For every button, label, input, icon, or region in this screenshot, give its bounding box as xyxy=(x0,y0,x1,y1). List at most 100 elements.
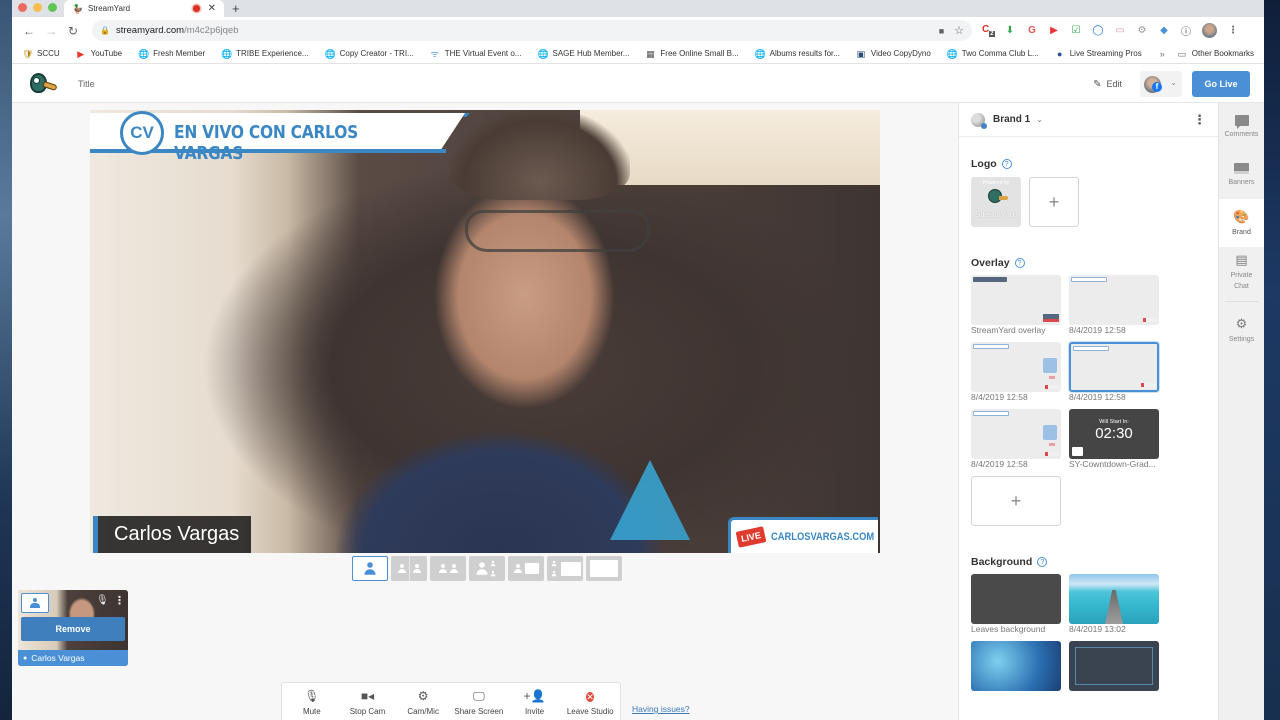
password-extension-icon[interactable]: ⓘ xyxy=(1180,23,1192,38)
background-thumbnail[interactable] xyxy=(1069,574,1159,624)
overlay-thumbnail-selected[interactable] xyxy=(1069,342,1159,392)
leave-studio-button[interactable]: ✕ Leave Studio xyxy=(562,683,618,720)
more-bookmarks-button[interactable]: » xyxy=(1160,49,1165,59)
bookmark-label: THE Virtual Event o... xyxy=(444,49,522,58)
brand-menu-icon[interactable]: ⋮ xyxy=(1193,112,1206,128)
layout-solo-button[interactable] xyxy=(352,556,388,581)
bookmark-item[interactable]: ▣ Video CopyDyno xyxy=(856,49,931,59)
bookmark-star-icon[interactable]: ☆ xyxy=(954,24,964,37)
leave-studio-label: Leave Studio xyxy=(566,707,614,716)
background-thumbnail[interactable] xyxy=(1069,641,1159,691)
profile-avatar[interactable] xyxy=(1202,23,1217,38)
bookmark-item[interactable]: 🌐 Albums results for... xyxy=(755,49,840,59)
bookmark-item[interactable]: 🌐 Fresh Member xyxy=(138,49,205,59)
video-camera-icon: ■◂ xyxy=(360,689,375,703)
streamyard-logo[interactable] xyxy=(28,71,58,97)
layout-small-screen-button[interactable] xyxy=(508,556,544,581)
layout-thin-button[interactable] xyxy=(391,556,427,581)
browser-toolbar: ← → ↻ 🔒 streamyard.com/m4c2p6jqeb ■ ☆ C2… xyxy=(12,17,1264,44)
maximize-window-button[interactable] xyxy=(48,3,57,12)
go-live-button[interactable]: Go Live xyxy=(1192,71,1250,97)
cv-logo-icon: CV xyxy=(120,111,164,155)
lsp-icon: ● xyxy=(1057,48,1063,59)
close-tab-icon[interactable]: ✕ xyxy=(208,3,216,14)
minimize-window-button[interactable] xyxy=(33,3,42,12)
add-overlay-button[interactable]: + xyxy=(971,476,1061,526)
broadcast-title[interactable]: Title xyxy=(78,79,95,89)
edit-button[interactable]: ✎ Edit xyxy=(1093,79,1122,90)
bookmark-item[interactable]: 🛡 SCCU xyxy=(22,49,60,59)
close-window-button[interactable] xyxy=(18,3,27,12)
forward-button[interactable]: → xyxy=(40,24,62,38)
participant-menu-icon[interactable]: ⋮ xyxy=(114,594,125,607)
help-icon[interactable]: ? xyxy=(1001,159,1012,169)
checkmark-extension-icon[interactable]: ☑ xyxy=(1070,25,1082,36)
recording-indicator-icon xyxy=(192,5,200,12)
grammarly-extension-icon[interactable]: G xyxy=(1026,25,1038,36)
rail-private-chat[interactable]: ▤ Private Chat xyxy=(1219,247,1264,297)
overlay-thumbnail[interactable] xyxy=(1069,275,1159,325)
bookmark-item[interactable]: 🌐 Two Comma Club L... xyxy=(947,49,1039,59)
background-thumbnail[interactable] xyxy=(971,574,1061,624)
download-extension-icon[interactable]: ⬇ xyxy=(1004,25,1016,36)
overlay-thumbnail[interactable] xyxy=(971,275,1061,325)
other-bookmarks-folder[interactable]: ▭ Other Bookmarks xyxy=(1177,49,1254,59)
overlay-item: 8/4/2019 12:58 xyxy=(1069,342,1159,405)
rail-settings[interactable]: ⚙ Settings xyxy=(1219,306,1264,354)
youtube-extension-icon[interactable]: ▶ xyxy=(1048,25,1060,36)
rail-comments[interactable]: Comments xyxy=(1219,103,1264,151)
share-screen-button[interactable]: 🖵 Share Screen xyxy=(451,683,507,720)
help-icon[interactable]: ? xyxy=(1037,557,1048,567)
new-tab-button[interactable]: + xyxy=(232,0,240,17)
mute-button[interactable]: 🎙 Mute xyxy=(284,683,340,720)
having-issues-link[interactable]: Having issues? xyxy=(632,704,690,714)
rail-brand[interactable]: 🎨 Brand xyxy=(1219,199,1264,247)
layout-leader-button[interactable] xyxy=(469,556,505,581)
brand-selector[interactable]: Brand 1 xyxy=(993,114,1030,125)
settings-extension-icon[interactable]: ⚙ xyxy=(1136,25,1148,36)
calendar-extension-icon[interactable]: ▭ xyxy=(1114,25,1126,36)
back-button[interactable]: ← xyxy=(18,24,40,38)
overlay-title: Overlay xyxy=(971,257,1010,269)
bookmark-item[interactable]: ▶ YouTube xyxy=(76,49,122,59)
bookmark-item[interactable]: ᯤ THE Virtual Event o... xyxy=(430,49,522,59)
rail-banners[interactable]: Banners xyxy=(1219,151,1264,199)
bookmark-item[interactable]: 🌐 SAGE Hub Member... xyxy=(537,49,629,59)
add-to-stage-button[interactable] xyxy=(21,593,49,613)
background-thumbnail[interactable] xyxy=(971,641,1061,691)
overlay-thumbnail[interactable] xyxy=(971,409,1061,459)
bookmark-item[interactable]: ● Live Streaming Pros xyxy=(1055,49,1142,59)
broadcast-stage[interactable]: CV EN VIVO CON CARLOS VARGAS Carlos Varg… xyxy=(90,110,880,553)
invite-button[interactable]: +👤 Invite xyxy=(507,683,563,720)
reload-button[interactable]: ↻ xyxy=(62,24,84,38)
bookmark-item[interactable]: ▦ Free Online Small B... xyxy=(645,49,739,59)
add-logo-button[interactable]: + xyxy=(1029,177,1079,227)
overlay-thumbnail-countdown[interactable]: Will Start In: 02:30 xyxy=(1069,409,1159,459)
remove-from-stage-button[interactable]: Remove xyxy=(21,617,125,641)
stop-cam-button[interactable]: ■◂ Stop Cam xyxy=(340,683,396,720)
chevron-down-icon[interactable]: ⌄ xyxy=(1036,115,1043,124)
cam-mic-settings-button[interactable]: ⚙ Cam/Mic xyxy=(395,683,451,720)
camera-in-use-icon[interactable]: ■ xyxy=(939,26,944,36)
bookmark-item[interactable]: 🌐 Copy Creator - TRI... xyxy=(325,49,414,59)
layout-group-button[interactable] xyxy=(430,556,466,581)
address-bar[interactable]: 🔒 streamyard.com/m4c2p6jqeb ■ ☆ xyxy=(92,20,972,41)
logo-tile-streamyard[interactable]: Powered by StreamYard xyxy=(971,177,1021,227)
destination-selector[interactable]: f ⌄ xyxy=(1140,71,1182,97)
rail-label: Brand xyxy=(1232,228,1251,236)
lock-icon: 🔒 xyxy=(100,26,110,35)
browser-tab-streamyard[interactable]: 🦆 StreamYard ✕ xyxy=(64,0,224,17)
studio-header: Title ✎ Edit f ⌄ Go Live xyxy=(12,65,1264,103)
layout-screen-only-button[interactable] xyxy=(586,556,622,581)
overlay-thumbnail[interactable] xyxy=(971,342,1061,392)
extension-badge-icon[interactable]: C2 xyxy=(982,24,995,37)
browser-menu-icon[interactable]: ⋮ xyxy=(1227,25,1239,36)
layout-large-screen-button[interactable] xyxy=(547,556,583,581)
circle-extension-icon[interactable]: ◯ xyxy=(1092,25,1104,36)
brand-panel: Brand 1 ⌄ ⋮ Logo ? Powered by StreamYard… xyxy=(958,103,1218,720)
help-icon[interactable]: ? xyxy=(1014,258,1025,268)
microphone-icon[interactable]: 🎙 xyxy=(96,595,109,606)
bookmark-item[interactable]: 🌐 TRIBE Experience... xyxy=(221,49,308,59)
logo-title: Logo xyxy=(971,158,997,170)
drop-extension-icon[interactable]: ◆ xyxy=(1158,25,1170,36)
